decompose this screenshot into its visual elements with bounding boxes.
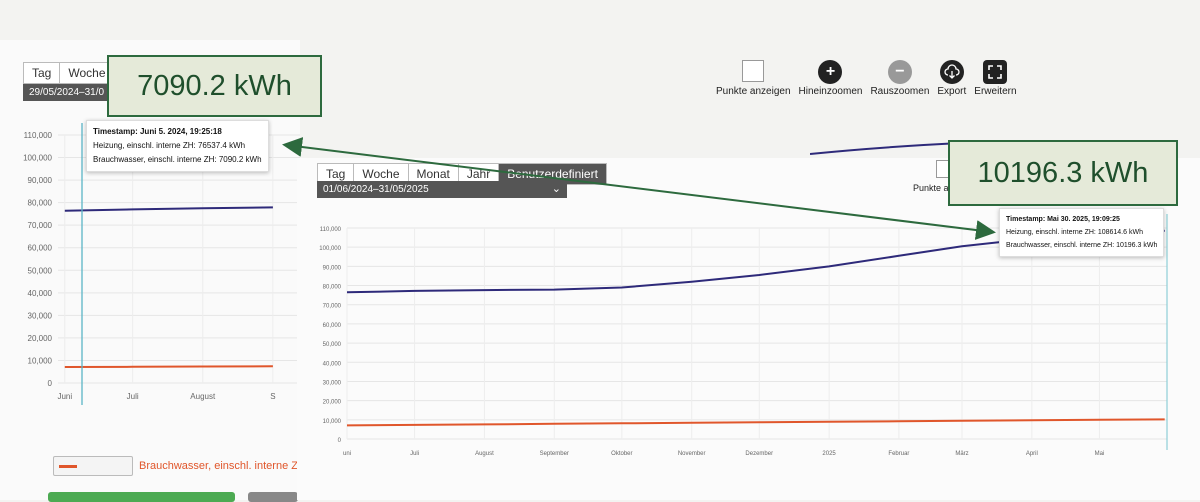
callout-left-value: 7090.2 kWh bbox=[107, 55, 322, 117]
double-arrow-line bbox=[282, 137, 996, 240]
callout-right-value: 10196.3 kWh bbox=[948, 140, 1178, 206]
